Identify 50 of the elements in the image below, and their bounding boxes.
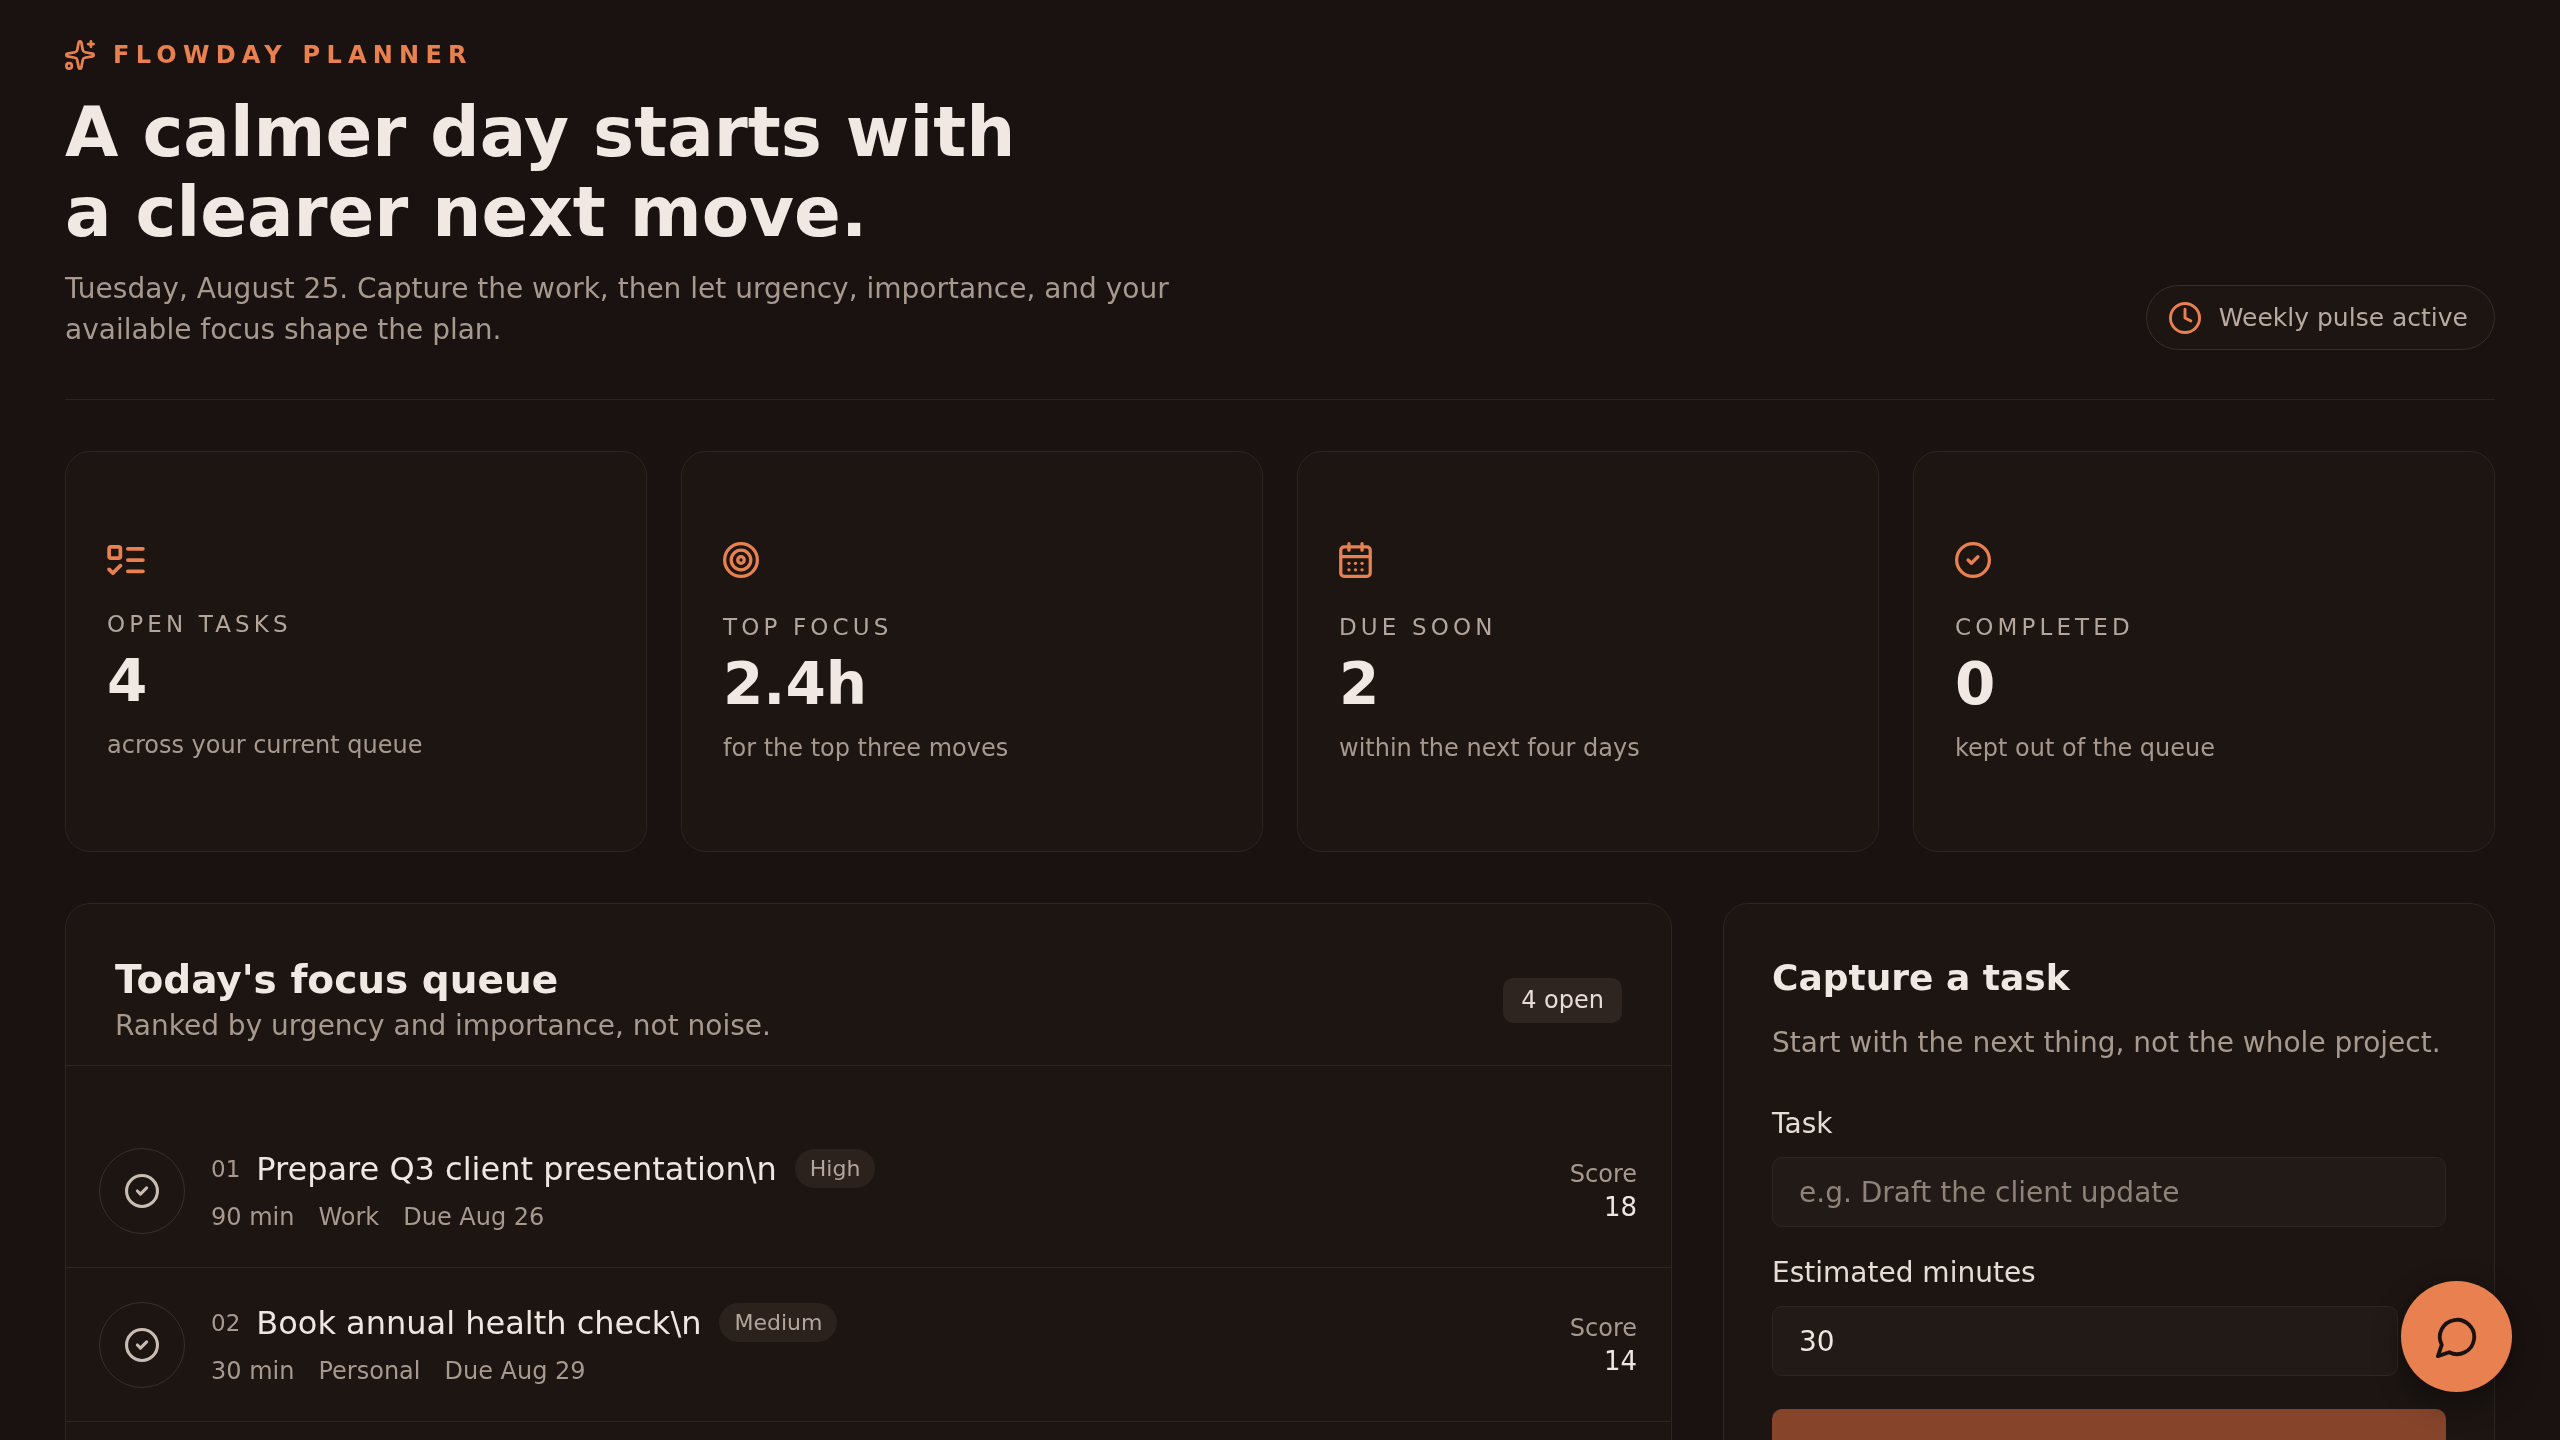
- task-duration: 90 min: [211, 1201, 295, 1233]
- stat-value: 0: [1955, 648, 1996, 719]
- stat-caption: kept out of the queue: [1955, 732, 2215, 764]
- score-label: Score: [1569, 1158, 1637, 1190]
- chat-icon: [2435, 1315, 2478, 1358]
- task-category: Work: [318, 1201, 380, 1233]
- task-title: Book annual health check\n: [256, 1303, 702, 1342]
- checklist-icon: [107, 544, 145, 575]
- stat-caption: for the top three moves: [723, 732, 1009, 764]
- page-title: A calmer day starts with a clearer next move.: [65, 92, 1017, 252]
- task-due-date: Due Aug 26: [403, 1201, 545, 1233]
- clock-icon: [2168, 301, 2201, 334]
- stat-value: 2.4h: [723, 648, 868, 719]
- score-value: 14: [1603, 1344, 1637, 1378]
- sparkle-icon: [65, 40, 95, 70]
- priority-tag: High: [794, 1149, 876, 1188]
- panel-subtitle: Ranked by urgency and importance, not noise.: [115, 1008, 771, 1044]
- check-circle-icon: [125, 1327, 159, 1362]
- target-icon: [723, 541, 759, 578]
- minutes-input[interactable]: 30: [1772, 1306, 2398, 1376]
- task-number: 01: [211, 1155, 241, 1182]
- task-category: Personal: [318, 1355, 421, 1387]
- score-label: Score: [1569, 1312, 1637, 1344]
- brand-name: FLOWDAY PLANNER: [113, 40, 473, 70]
- task-number: 02: [211, 1309, 241, 1336]
- field-label: Estimated minutes: [1772, 1255, 2037, 1291]
- field-label: Task: [1772, 1106, 1834, 1142]
- panel-title: Capture a task: [1772, 956, 2071, 1000]
- check-circle-icon: [125, 1173, 159, 1208]
- status-label: Weekly pulse active: [2218, 303, 2468, 332]
- task-due-date: Due Aug 29: [444, 1355, 586, 1387]
- stat-caption: across your current queue: [107, 729, 423, 761]
- stat-value: 4: [107, 645, 148, 716]
- check-circle-icon: [1955, 541, 1991, 578]
- panel-title: Today's focus queue: [115, 956, 560, 1004]
- priority-tag: Medium: [719, 1303, 838, 1342]
- open-count-badge: 4 open: [1503, 977, 1622, 1023]
- stat-label: OPEN TASKS: [107, 609, 292, 639]
- task-title: Prepare Q3 client presentation\n: [256, 1149, 777, 1188]
- task-duration: 30 min: [211, 1355, 295, 1387]
- panel-subtitle: Start with the next thing, not the whole project.: [1772, 1025, 2442, 1061]
- score-value: 18: [1603, 1190, 1637, 1224]
- task-input[interactable]: e.g. Draft the client update: [1772, 1157, 2446, 1227]
- stat-label: DUE SOON: [1339, 612, 1497, 642]
- stat-label: COMPLETED: [1955, 612, 2134, 642]
- calendar-icon: [1339, 541, 1372, 578]
- page-subtitle: Tuesday, August 25. Capture the work, then let urgency, importance, and your available focus shape the plan.: [65, 271, 1170, 348]
- stat-caption: within the next four days: [1339, 732, 1640, 764]
- stat-label: TOP FOCUS: [723, 612, 893, 642]
- stat-value: 2: [1339, 648, 1380, 719]
